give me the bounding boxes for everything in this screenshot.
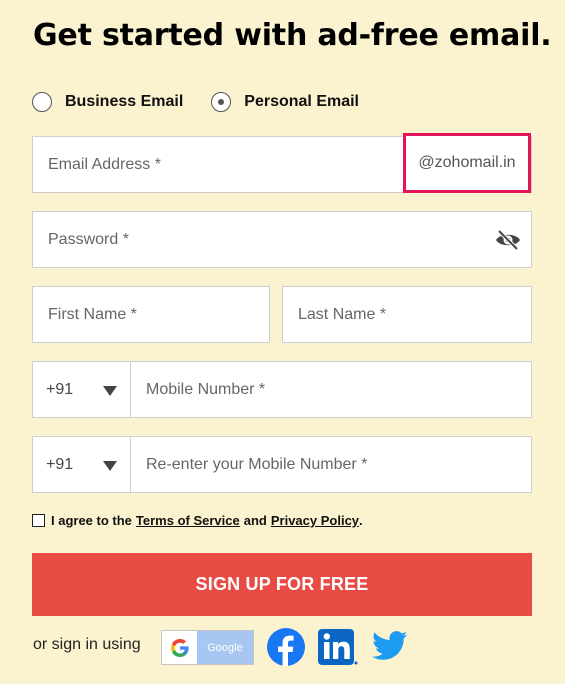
social-signin-label: or sign in using (33, 636, 141, 653)
last-name-field-container (282, 286, 532, 343)
country-code-value: +91 (46, 455, 74, 473)
mobile-input[interactable] (131, 362, 531, 417)
agree-prefix: I agree to the (51, 513, 132, 528)
terms-agreement: I agree to the Terms of Service and Priv… (32, 513, 363, 528)
agree-checkbox[interactable] (32, 514, 45, 527)
caret-down-icon (103, 386, 117, 396)
business-email-option[interactable]: Business Email (32, 92, 183, 112)
last-name-input[interactable] (283, 287, 531, 342)
privacy-policy-link[interactable]: Privacy Policy (271, 513, 359, 528)
google-label: Google (197, 631, 253, 664)
caret-down-icon (103, 461, 117, 471)
google-icon (162, 631, 197, 664)
twitter-icon[interactable] (372, 630, 408, 662)
password-input[interactable] (33, 212, 531, 267)
account-type-radio-group: Business Email Personal Email (32, 91, 359, 113)
domain-suffix: @zohomail.in (403, 133, 531, 193)
google-signin-button[interactable]: Google (161, 630, 254, 665)
mobile-confirm-input[interactable] (131, 437, 531, 492)
mobile-field-container: +91 (32, 361, 532, 418)
personal-email-option[interactable]: Personal Email (211, 92, 359, 112)
password-field-container (32, 211, 532, 268)
agree-and: and (243, 513, 267, 528)
first-name-input[interactable] (33, 287, 269, 342)
agree-suffix: . (359, 513, 363, 528)
sign-up-button[interactable]: SIGN UP FOR FREE (32, 553, 532, 616)
business-email-radio[interactable] (32, 92, 52, 112)
personal-email-label: Personal Email (244, 93, 359, 110)
email-input[interactable] (33, 137, 403, 192)
country-code-select[interactable]: +91 (33, 362, 131, 417)
business-email-label: Business Email (65, 93, 184, 110)
facebook-icon[interactable] (266, 627, 306, 667)
linkedin-icon[interactable] (318, 627, 358, 667)
country-code-select-confirm[interactable]: +91 (33, 437, 131, 492)
eye-slash-icon[interactable] (495, 230, 521, 250)
personal-email-radio[interactable] (211, 92, 232, 112)
terms-of-service-link[interactable]: Terms of Service (136, 513, 240, 528)
country-code-value: +91 (46, 380, 74, 398)
page-title: Get started with ad-free email. (33, 18, 552, 53)
mobile-confirm-field-container: +91 (32, 436, 532, 493)
first-name-field-container (32, 286, 270, 343)
